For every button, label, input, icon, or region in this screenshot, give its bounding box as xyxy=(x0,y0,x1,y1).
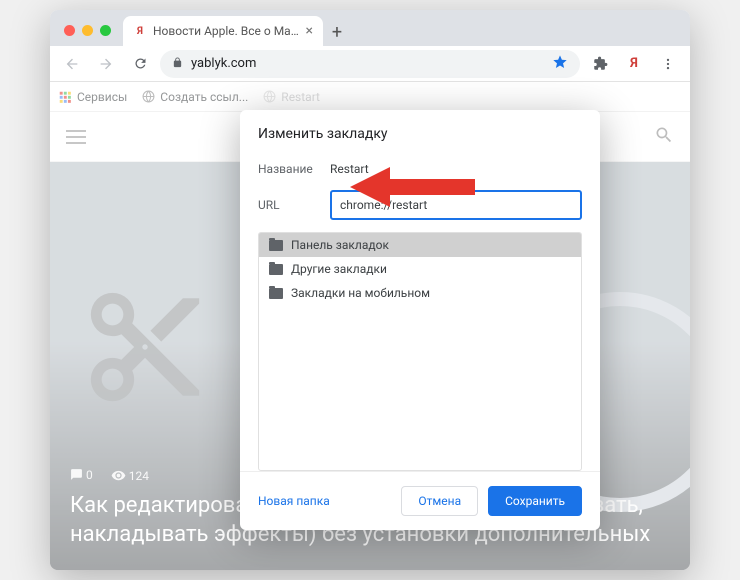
yandex-extension-icon[interactable]: Я xyxy=(620,50,648,78)
tab-title: Новости Apple. Все о Mac, iP xyxy=(153,24,300,38)
folder-icon xyxy=(269,288,283,299)
reload-button[interactable] xyxy=(126,50,154,78)
dialog-footer: Новая папка Отмена Сохранить xyxy=(240,471,600,530)
close-window-button[interactable] xyxy=(64,25,75,36)
maximize-window-button[interactable] xyxy=(100,25,111,36)
back-button[interactable] xyxy=(58,50,86,78)
close-tab-icon[interactable]: × xyxy=(306,23,313,39)
folder-icon xyxy=(269,264,283,275)
folder-label: Панель закладок xyxy=(291,238,389,252)
new-tab-button[interactable]: + xyxy=(323,18,351,46)
folder-label: Закладки на мобильном xyxy=(291,286,430,300)
address-bar[interactable]: yablyk.com xyxy=(160,50,580,78)
folder-item[interactable]: Закладки на мобильном xyxy=(259,281,581,305)
cancel-button[interactable]: Отмена xyxy=(401,486,478,516)
url-field-input[interactable] xyxy=(330,190,582,220)
bookmark-star-icon[interactable] xyxy=(552,54,568,74)
address-text: yablyk.com xyxy=(191,56,256,71)
dialog-title: Изменить закладку xyxy=(240,110,600,152)
browser-window: Я Новости Apple. Все о Mac, iP × + yably… xyxy=(50,10,690,570)
menu-button[interactable] xyxy=(654,50,682,78)
folder-icon xyxy=(269,240,283,251)
arrow-left-icon xyxy=(64,56,80,72)
name-field-label: Название xyxy=(258,162,320,176)
arrow-right-icon xyxy=(98,56,114,72)
url-field-label: URL xyxy=(258,198,320,212)
tab-bar: Я Новости Apple. Все о Mac, iP × + xyxy=(50,10,690,46)
puzzle-icon xyxy=(593,56,608,71)
folder-item[interactable]: Другие закладки xyxy=(259,257,581,281)
folder-item[interactable]: Панель закладок xyxy=(259,233,581,257)
kebab-icon xyxy=(661,57,675,71)
folder-tree[interactable]: Панель закладок Другие закладки Закладки… xyxy=(258,232,582,471)
edit-bookmark-dialog: Изменить закладку Название Restart URL П… xyxy=(240,110,600,530)
window-controls xyxy=(64,25,111,36)
save-button[interactable]: Сохранить xyxy=(488,486,582,516)
forward-button[interactable] xyxy=(92,50,120,78)
name-field-value[interactable]: Restart xyxy=(330,156,582,182)
reload-icon xyxy=(133,56,148,71)
tab-favicon: Я xyxy=(133,24,147,38)
new-folder-button[interactable]: Новая папка xyxy=(258,494,330,508)
minimize-window-button[interactable] xyxy=(82,25,93,36)
folder-label: Другие закладки xyxy=(291,262,387,276)
toolbar: yablyk.com Я xyxy=(50,46,690,82)
browser-tab[interactable]: Я Новости Apple. Все о Mac, iP × xyxy=(123,16,323,46)
extensions-button[interactable] xyxy=(586,50,614,78)
lock-icon xyxy=(172,57,183,71)
